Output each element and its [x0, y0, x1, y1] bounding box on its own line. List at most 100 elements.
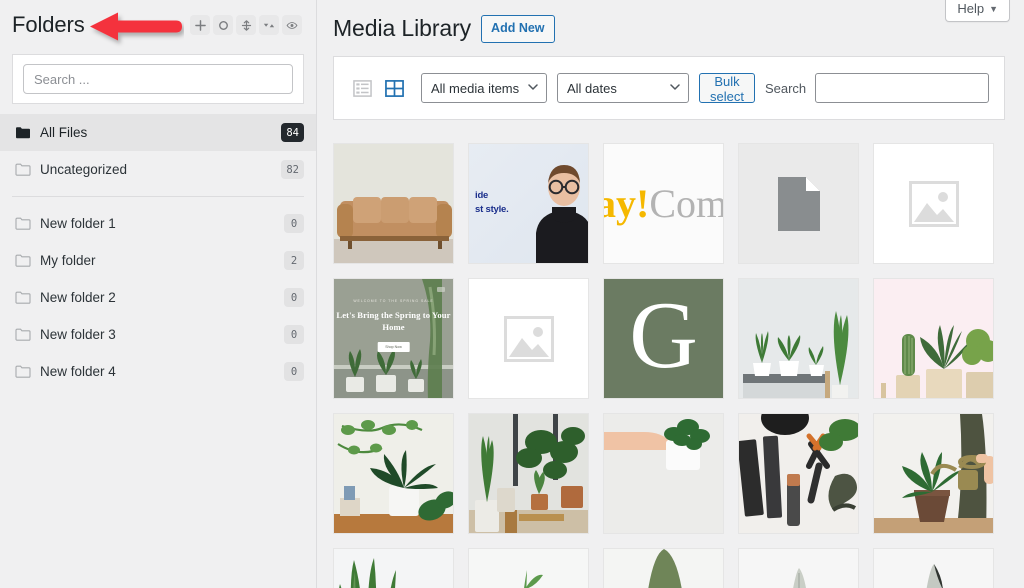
- folder-label: New folder 4: [40, 364, 116, 379]
- media-item[interactable]: [333, 143, 454, 264]
- folders-title: Folders: [12, 12, 85, 37]
- spring-banner-headline: Let's Bring the Spring to Your Home: [336, 310, 451, 333]
- media-item[interactable]: [873, 278, 994, 399]
- media-thumbnail-leaf-icon: [604, 549, 723, 588]
- media-search-label: Search: [764, 80, 807, 96]
- media-item[interactable]: [468, 278, 589, 399]
- folder-item-uncategorized[interactable]: Uncategorized 82: [0, 151, 316, 188]
- folder-label: New folder 1: [40, 216, 116, 231]
- media-item[interactable]: [873, 548, 994, 588]
- media-thumbnail-logo-icon: ay!Comm: [604, 144, 723, 263]
- folder-item-new-folder-4[interactable]: New folder 4 0: [0, 353, 316, 390]
- grid-view-icon[interactable]: [381, 75, 407, 101]
- media-type-filter-wrapper: All media items: [421, 73, 547, 103]
- media-item[interactable]: [873, 143, 994, 264]
- media-thumbnail-spring-banner-icon: WELCOME TO THE SPRING SALE Let's Bring t…: [334, 279, 453, 398]
- bulk-select-button[interactable]: Bulk select: [699, 73, 755, 104]
- folder-item-new-folder-2[interactable]: New folder 2 0: [0, 279, 316, 316]
- media-item[interactable]: [468, 413, 589, 534]
- folder-label: Uncategorized: [40, 162, 128, 177]
- folder-count-badge: 0: [284, 325, 304, 344]
- media-item[interactable]: ide st style.: [468, 143, 589, 264]
- media-search-area: Search: [764, 73, 990, 103]
- folder-count-badge: 0: [284, 362, 304, 381]
- folder-count-badge: 2: [284, 251, 304, 270]
- folder-list-divider: [12, 196, 304, 197]
- folder-item-new-folder-3[interactable]: New folder 3 0: [0, 316, 316, 353]
- folder-list: All Files 84 Uncategorized 82 New folder…: [0, 114, 316, 390]
- logo-text-yellow: ay!: [604, 180, 650, 226]
- media-item[interactable]: [603, 548, 724, 588]
- folder-item-all-files[interactable]: All Files 84: [0, 114, 316, 151]
- annotation-arrow-icon: [90, 12, 182, 41]
- spring-banner-button: Shop Now: [377, 342, 410, 352]
- media-thumbnail-pale-leaf-icon: [739, 549, 858, 588]
- folder-label: My folder: [40, 253, 96, 268]
- folders-search-container: [12, 54, 304, 104]
- list-view-icon[interactable]: [349, 75, 375, 101]
- folders-sidebar: Folders Search ... All Files 84 Uncatego…: [0, 0, 317, 588]
- dates-filter[interactable]: All dates: [557, 73, 689, 103]
- folder-icon: [14, 363, 31, 380]
- logo-text-gray: Comm: [649, 180, 723, 226]
- media-type-filter[interactable]: All media items: [421, 73, 547, 103]
- folders-header: Folders: [0, 0, 316, 50]
- view-mode-switch: [349, 75, 407, 101]
- visibility-eye-icon[interactable]: [282, 15, 302, 35]
- sort-icon[interactable]: [259, 15, 279, 35]
- folder-label: All Files: [40, 125, 88, 140]
- media-search-input[interactable]: [815, 73, 990, 103]
- refresh-icon[interactable]: [213, 15, 233, 35]
- folder-count-badge: 84: [281, 123, 304, 142]
- media-item[interactable]: [738, 143, 859, 264]
- folder-icon: [14, 161, 31, 178]
- folder-label: New folder 2: [40, 290, 116, 305]
- media-item[interactable]: [603, 413, 724, 534]
- media-thumbnail-image-placeholder-icon: [874, 144, 993, 263]
- folder-icon: [14, 289, 31, 306]
- folders-toolbar: [190, 15, 302, 35]
- resize-icon[interactable]: [236, 15, 256, 35]
- media-filter-toolbar: All media items All dates Bulk select Se…: [333, 56, 1005, 120]
- media-thumbnail-cacti-icon: [874, 279, 993, 398]
- media-library-main: Help ▼ Media Library Add New All media i…: [317, 0, 1024, 588]
- folder-count-badge: 82: [281, 160, 304, 179]
- media-item[interactable]: [333, 548, 454, 588]
- media-thumbnail-watering-plant-icon: [874, 414, 993, 533]
- media-item[interactable]: [873, 413, 994, 534]
- help-button-label: Help: [957, 1, 985, 16]
- media-thumbnail-sprout-icon: [469, 549, 588, 588]
- help-button[interactable]: Help ▼: [945, 0, 1010, 22]
- media-thumbnail-snake-plant-icon: [334, 549, 453, 588]
- media-item[interactable]: G: [603, 278, 724, 399]
- media-item[interactable]: [738, 278, 859, 399]
- banner-text-line2: st style.: [475, 204, 509, 215]
- spring-banner-kicker: WELCOME TO THE SPRING SALE: [353, 299, 434, 303]
- folder-item-my-folder[interactable]: My folder 2: [0, 242, 316, 279]
- media-item[interactable]: [333, 413, 454, 534]
- media-thumbnail-corner-plants-icon: [469, 414, 588, 533]
- dates-filter-wrapper: All dates: [557, 73, 689, 103]
- add-folder-icon[interactable]: [190, 15, 210, 35]
- media-grid: ide st style. y!Co WELCOME TO THE SPRING…: [333, 143, 1024, 588]
- media-item[interactable]: WELCOME TO THE SPRING SALE Let's Bring t…: [333, 278, 454, 399]
- chevron-down-icon: ▼: [989, 3, 998, 14]
- media-thumbnail-dark-leaf-icon: [874, 549, 993, 588]
- folder-icon: [14, 252, 31, 269]
- page-header: Media Library Add New: [317, 0, 1024, 46]
- media-item[interactable]: [738, 548, 859, 588]
- media-item[interactable]: [468, 548, 589, 588]
- folder-count-badge: 0: [284, 288, 304, 307]
- letter-tile-glyph: G: [629, 282, 698, 388]
- media-thumbnail-banner-person-icon: ide st style.: [469, 144, 588, 263]
- media-thumbnail-image-placeholder-icon: [469, 279, 588, 398]
- media-thumbnail-shelf-plants-icon: [739, 279, 858, 398]
- add-new-button[interactable]: Add New: [481, 15, 555, 43]
- folder-icon: [14, 326, 31, 343]
- media-item[interactable]: ay!Comm: [603, 143, 724, 264]
- media-item[interactable]: [738, 413, 859, 534]
- media-thumbnail-room-plants-icon: [334, 414, 453, 533]
- folders-search-input[interactable]: [23, 64, 293, 94]
- folder-item-new-folder-1[interactable]: New folder 1 0: [0, 205, 316, 242]
- folder-count-badge: 0: [284, 214, 304, 233]
